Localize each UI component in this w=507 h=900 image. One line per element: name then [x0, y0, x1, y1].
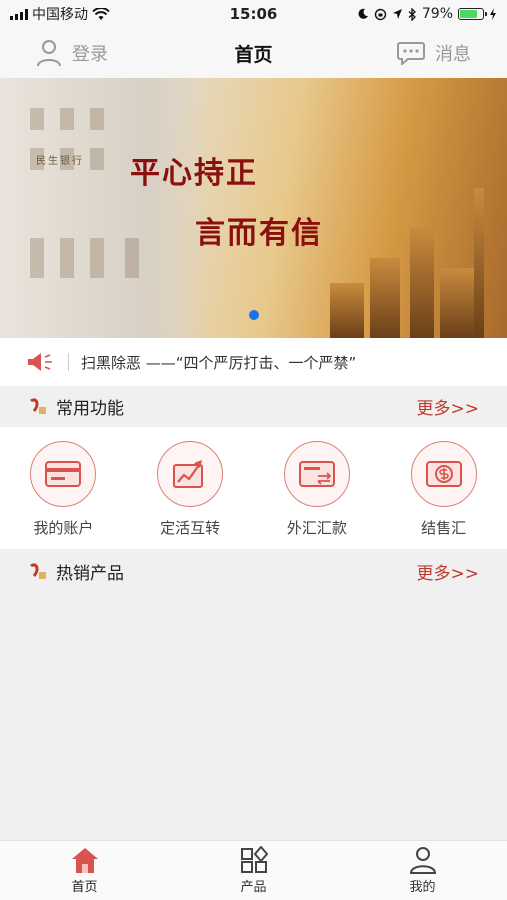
nav-bar: 登录 首页 消息	[0, 28, 507, 78]
lock-rotation-icon	[374, 8, 387, 20]
products-grid-icon	[240, 846, 268, 873]
section-logo-icon	[30, 563, 46, 579]
battery-percent: 79%	[421, 6, 453, 22]
notice-bar[interactable]: 扫黑除恶 ——“四个严厉打击、一个严禁”	[0, 338, 507, 386]
status-bar: 中国移动 15:06 79%	[0, 0, 507, 28]
fixed-demand-transfer-button[interactable]: 定活互转	[127, 427, 254, 549]
carousel-indicator[interactable]	[249, 310, 259, 320]
chart-up-icon	[173, 460, 204, 488]
notice-text: 扫黑除恶 ——“四个严厉打击、一个严禁”	[81, 353, 357, 372]
common-functions-more-link[interactable]: 更多>>	[417, 394, 480, 419]
login-label: 登录	[72, 44, 108, 65]
currency-exchange-label: 结售汇	[421, 519, 467, 537]
my-account-button[interactable]: 我的账户	[0, 427, 127, 549]
fixed-demand-transfer-label: 定活互转	[160, 519, 221, 537]
forex-remittance-button[interactable]: 外汇汇款	[254, 427, 381, 549]
moon-icon	[358, 8, 368, 19]
wifi-icon	[92, 7, 110, 20]
common-functions-title: 常用功能	[56, 398, 124, 419]
tab-products-label: 产品	[240, 880, 267, 895]
megaphone-icon	[28, 353, 52, 371]
messages-button[interactable]: 消息	[397, 40, 471, 66]
home-icon	[71, 848, 98, 873]
promo-banner[interactable]: 民生银行 平心持正 言而有信	[0, 78, 507, 338]
carrier-name: 中国移动	[32, 7, 88, 23]
banner-slogan-line2: 言而有信	[195, 216, 323, 251]
card-icon	[45, 461, 82, 487]
currency-exchange-button[interactable]: 结售汇	[380, 427, 507, 549]
tab-bar: 首页 产品 我的	[0, 840, 507, 900]
function-grid: 我的账户 定活互转 外汇汇款 结售汇	[0, 427, 507, 549]
signal-icon	[10, 8, 28, 20]
tab-home[interactable]: 首页	[0, 841, 169, 900]
tab-products[interactable]: 产品	[169, 841, 338, 900]
bluetooth-icon	[408, 7, 416, 21]
transfer-card-icon	[298, 461, 335, 487]
notice-divider	[68, 353, 69, 371]
section-logo-icon	[30, 398, 46, 414]
user-icon	[37, 40, 61, 67]
charging-icon	[490, 8, 496, 20]
my-account-label: 我的账户	[33, 519, 94, 537]
tab-home-label: 首页	[71, 880, 98, 895]
bank-sign: 民生银行	[36, 156, 84, 167]
battery-icon	[458, 8, 487, 20]
forex-remittance-label: 外汇汇款	[286, 519, 347, 537]
hot-products-more-link[interactable]: 更多>>	[417, 559, 480, 584]
login-button[interactable]: 登录	[36, 39, 108, 67]
tab-mine-label: 我的	[409, 880, 436, 895]
exchange-icon	[425, 461, 462, 487]
user-icon	[409, 847, 436, 874]
hot-products-title: 热销产品	[56, 563, 124, 584]
message-icon	[397, 42, 425, 65]
banner-slogan-line1: 平心持正	[130, 156, 258, 191]
location-icon	[392, 9, 402, 19]
messages-label: 消息	[435, 44, 471, 65]
hot-products-header: 热销产品 更多>>	[0, 551, 507, 591]
tab-mine[interactable]: 我的	[338, 841, 507, 900]
common-functions-header: 常用功能 更多>>	[0, 386, 507, 426]
